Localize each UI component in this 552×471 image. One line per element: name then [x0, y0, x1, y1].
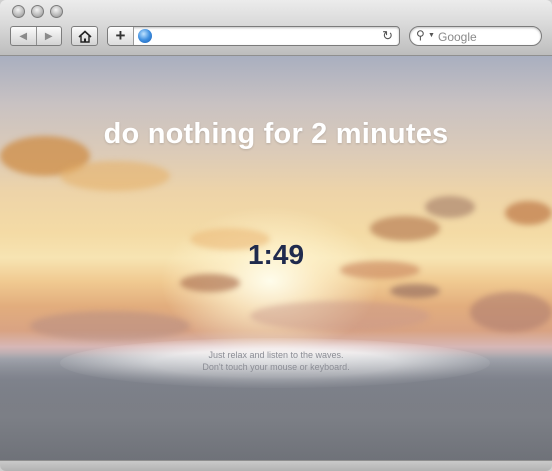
close-window-button[interactable]: [12, 5, 25, 18]
reload-icon: ↻: [382, 28, 393, 43]
back-button[interactable]: ◀: [11, 27, 36, 45]
search-placeholder: Google: [438, 30, 477, 44]
address-bar[interactable]: + ↻: [107, 26, 400, 46]
search-field[interactable]: ⚲ ▼ Google: [409, 26, 542, 46]
home-icon: [77, 29, 92, 43]
instructions-text: Just relax and listen to the waves. Don'…: [0, 349, 552, 373]
browser-toolbar: ◀ ▶ + ↻ ⚲ ▼ Google: [0, 0, 552, 56]
chevron-down-icon[interactable]: ▼: [428, 32, 435, 39]
instruction-line-2: Don't touch your mouse or keyboard.: [202, 362, 350, 372]
globe-icon: [138, 29, 152, 43]
instruction-line-1: Just relax and listen to the waves.: [208, 350, 344, 360]
add-bookmark-button[interactable]: +: [108, 26, 134, 45]
page-content: do nothing for 2 minutes 1:49 Just relax…: [0, 56, 552, 460]
magnifier-icon: ⚲: [416, 28, 425, 42]
status-bar: [0, 460, 552, 471]
countdown-timer: 1:49: [247, 239, 305, 270]
back-arrow-icon: ◀: [19, 30, 28, 42]
zoom-window-button[interactable]: [50, 5, 63, 18]
reload-button[interactable]: ↻: [382, 28, 393, 44]
page-title: do nothing for 2 minutes: [103, 118, 449, 150]
forward-button[interactable]: ▶: [35, 27, 62, 45]
back-forward-buttons: ◀ ▶: [10, 26, 62, 46]
plus-icon: +: [115, 26, 126, 45]
forward-arrow-icon: ▶: [44, 30, 53, 42]
home-button[interactable]: [71, 26, 98, 46]
browser-window: ◀ ▶ + ↻ ⚲ ▼ Google do nothing for 2 minu…: [0, 0, 552, 471]
minimize-window-button[interactable]: [31, 5, 44, 18]
